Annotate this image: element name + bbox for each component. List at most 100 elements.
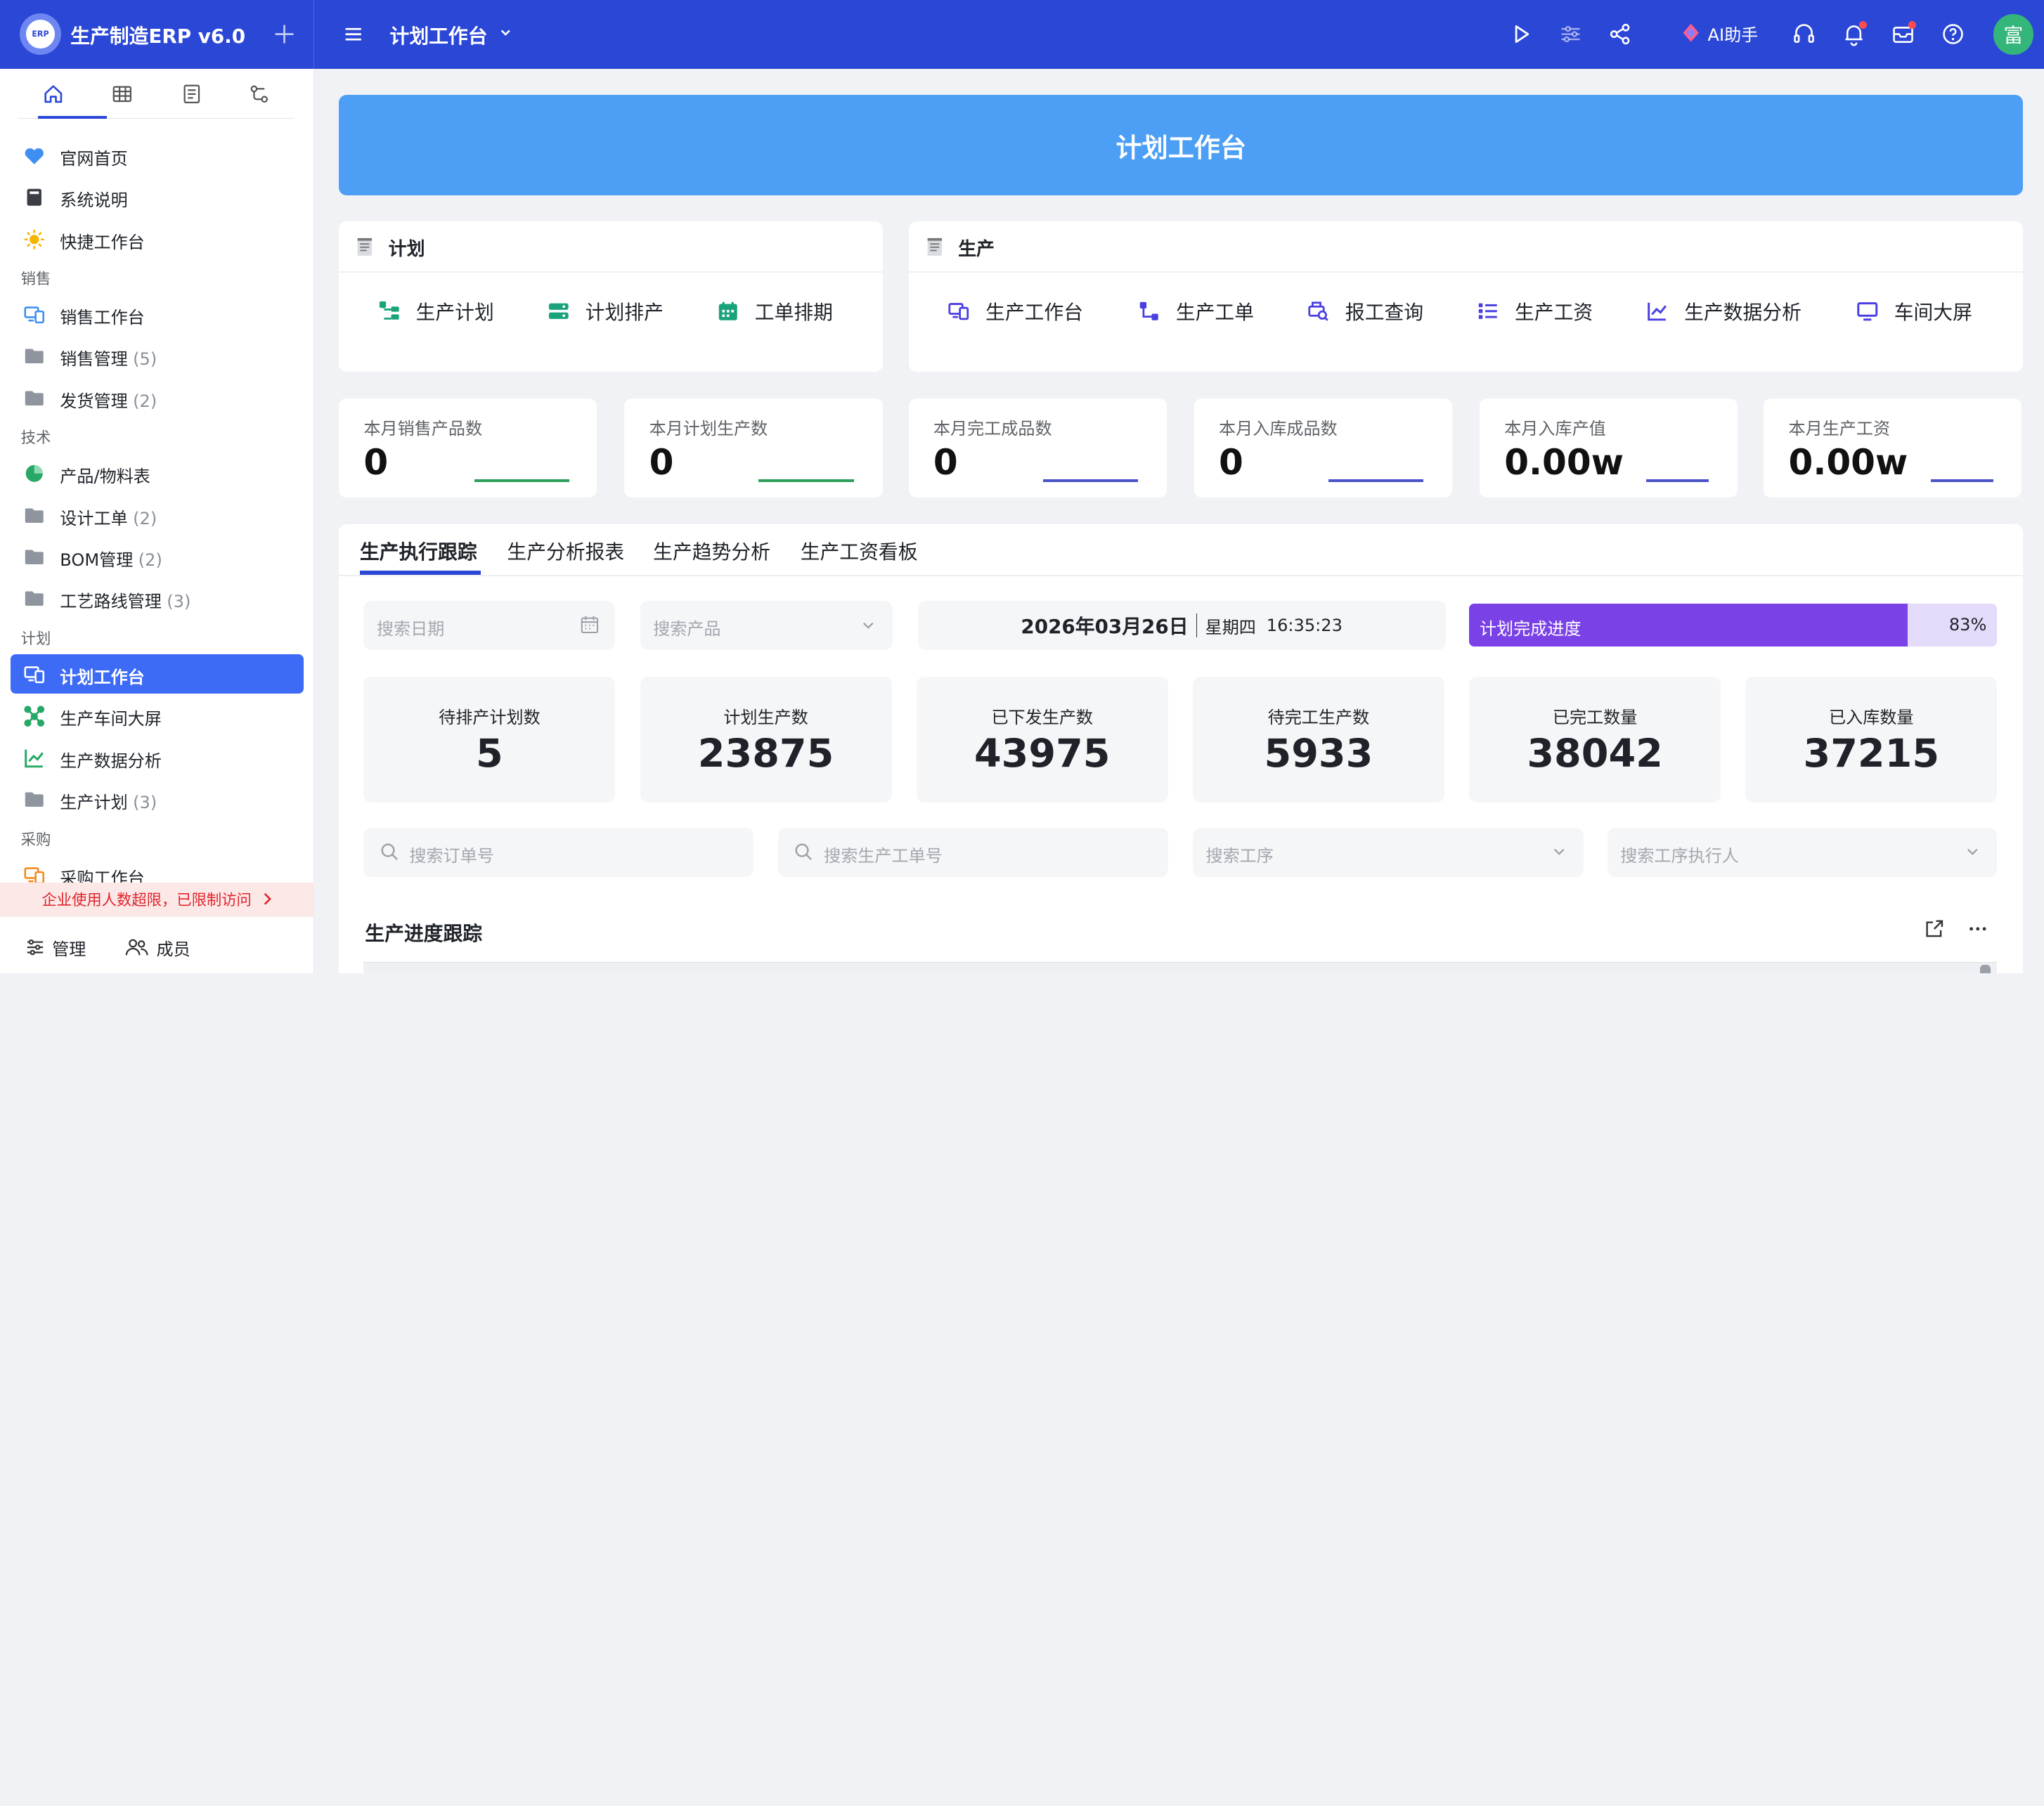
nav-count: (3) [167, 592, 191, 612]
home-icon[interactable] [43, 84, 64, 105]
notepad-icon [924, 237, 945, 258]
shortcut-production-analysis[interactable]: 生产数据分析 [1646, 297, 1802, 325]
shortcut-production-workbench[interactable]: 生产工作台 [947, 297, 1083, 325]
menu-icon[interactable] [342, 22, 365, 46]
notepad-icon [354, 237, 375, 258]
nav-label: 发货管理 [60, 391, 128, 411]
progress-label: 计划完成进度 [1479, 619, 1581, 639]
nav-item-production-plan[interactable]: 生产计划 (3) [11, 779, 304, 819]
stat-label: 本月入库成品数 [1219, 418, 1338, 438]
nav-item-system-guide[interactable]: 系统说明 [11, 177, 304, 216]
app-logo[interactable]: ERP [19, 13, 62, 55]
tab-wage-board[interactable]: 生产工资看板 [801, 537, 918, 565]
logo-text: ERP [26, 19, 55, 48]
notification-dot [1858, 20, 1867, 29]
plus-icon[interactable] [271, 21, 297, 47]
manage-button[interactable]: 管理 [26, 935, 86, 960]
nav-item-shipping-management[interactable]: 发货管理 (2) [11, 378, 304, 417]
shortcut-label: 生产数据分析 [1684, 300, 1802, 324]
nav-label: 官网首页 [60, 148, 128, 169]
stat-sparkline [758, 479, 854, 483]
line-chart-icon [1646, 300, 1669, 323]
stat-value: 0 [649, 441, 674, 483]
shortcut-scheduling[interactable]: 计划排产 [548, 297, 664, 325]
stat-sparkline [474, 479, 570, 483]
shortcut-production-plan[interactable]: 生产计划 [378, 297, 494, 325]
external-link-icon[interactable] [1924, 918, 1945, 940]
share-icon[interactable] [1608, 21, 1634, 47]
shortcut-work-orders[interactable]: 生产工单 [1138, 297, 1254, 325]
production-card-title: 生产 [958, 238, 995, 260]
stat-label: 本月入库产值 [1504, 418, 1606, 438]
shortcut-production-wages[interactable]: 生产工资 [1477, 297, 1593, 325]
network-icon [23, 705, 46, 727]
shortcut-label: 报工查询 [1345, 300, 1424, 324]
kpi-label: 待排产计划数 [439, 708, 541, 728]
tab-execution-tracking[interactable]: 生产执行跟踪 [360, 537, 477, 565]
settings-sliders-icon [26, 938, 44, 956]
chevron-down-icon[interactable] [499, 26, 512, 39]
hierarchy-icon [378, 300, 401, 323]
play-icon[interactable] [1508, 21, 1534, 47]
user-limit-notice[interactable]: 企业使用人数超限，已限制访问 [0, 882, 314, 916]
nav-item-quick-workbench[interactable]: 快捷工作台 [11, 219, 304, 259]
nav-item-product-materials[interactable]: 产品/物料表 [11, 453, 304, 493]
kpi-value: 38042 [1527, 731, 1663, 777]
members-button[interactable]: 成员 [125, 935, 190, 960]
nav-item-official-home[interactable]: 官网首页 [11, 136, 304, 175]
table-icon[interactable] [112, 84, 133, 105]
nav-item-sales-workbench[interactable]: 销售工作台 [11, 294, 304, 334]
nav-item-workshop-screen[interactable]: 生产车间大屏 [11, 696, 304, 735]
stat-card-planned-production: 本月计划生产数 0 [624, 398, 883, 498]
tab-divider [339, 574, 2024, 576]
stat-value: 0 [363, 441, 389, 483]
user-avatar[interactable]: 富 [1993, 14, 2034, 55]
nav-count: (3) [133, 793, 157, 812]
ai-label: AI助手 [1707, 25, 1759, 45]
order-search-input[interactable]: 搜索订单号 [363, 827, 753, 878]
stat-value: 0.00w [1504, 441, 1624, 483]
tab-trend-analysis[interactable]: 生产趋势分析 [653, 537, 770, 565]
flow-icon[interactable] [249, 84, 270, 105]
pie-chart-icon [23, 462, 46, 485]
headset-icon[interactable] [1791, 21, 1817, 47]
chevron-down-icon [862, 621, 875, 631]
nav-item-bom-management[interactable]: BOM管理 (2) [11, 537, 304, 576]
date-search-field[interactable]: 搜索日期 [363, 600, 616, 651]
list-icon [1477, 300, 1499, 323]
current-date: 2026年03月26日 [1021, 615, 1189, 639]
stat-card-production-wages: 本月生产工资 0.00w [1764, 398, 2022, 498]
card-divider [908, 271, 2024, 273]
sliders-icon[interactable] [1558, 21, 1584, 47]
sun-icon [23, 228, 46, 251]
folder-icon [23, 788, 46, 811]
stat-card-warehoused-products: 本月入库成品数 0 [1194, 398, 1452, 498]
nav-item-plan-workbench[interactable]: 计划工作台 [10, 654, 304, 694]
nav-item-routing-management[interactable]: 工艺路线管理 (3) [11, 578, 304, 618]
nav-label: BOM管理 [60, 550, 134, 571]
devices-icon [947, 300, 970, 323]
ai-assistant-button[interactable]: AI助手 [1679, 21, 1759, 46]
shortcut-report-query[interactable]: 报工查询 [1307, 297, 1423, 325]
more-icon[interactable] [1967, 918, 1988, 940]
nav-item-design-orders[interactable]: 设计工单 (2) [11, 495, 304, 535]
help-icon[interactable] [1940, 21, 1966, 47]
executor-search-select[interactable]: 搜索工序执行人 [1607, 827, 1998, 878]
datetime-separator [1196, 613, 1198, 637]
process-search-select[interactable]: 搜索工序 [1192, 827, 1584, 878]
shortcut-workshop-screen[interactable]: 车间大屏 [1856, 297, 1972, 325]
search-icon [380, 842, 399, 862]
stat-value: 0 [933, 441, 958, 483]
product-search-select[interactable]: 搜索产品 [640, 600, 893, 651]
folder-icon [23, 387, 46, 410]
tab-analysis-report[interactable]: 生产分析报表 [507, 537, 624, 565]
document-icon[interactable] [181, 84, 202, 105]
date-placeholder: 搜索日期 [376, 619, 445, 639]
shortcut-work-order-schedule[interactable]: 工单排期 [717, 297, 833, 325]
table-scrollbar[interactable] [1980, 965, 1991, 974]
nav-item-sales-management[interactable]: 销售管理 (5) [11, 336, 304, 375]
nav-item-production-analysis[interactable]: 生产数据分析 [11, 738, 304, 777]
work-order-search-input[interactable]: 搜索生产工单号 [778, 827, 1168, 878]
page-title[interactable]: 计划工作台 [390, 21, 488, 49]
app-name: 生产制造ERP v6.0 [70, 24, 246, 48]
